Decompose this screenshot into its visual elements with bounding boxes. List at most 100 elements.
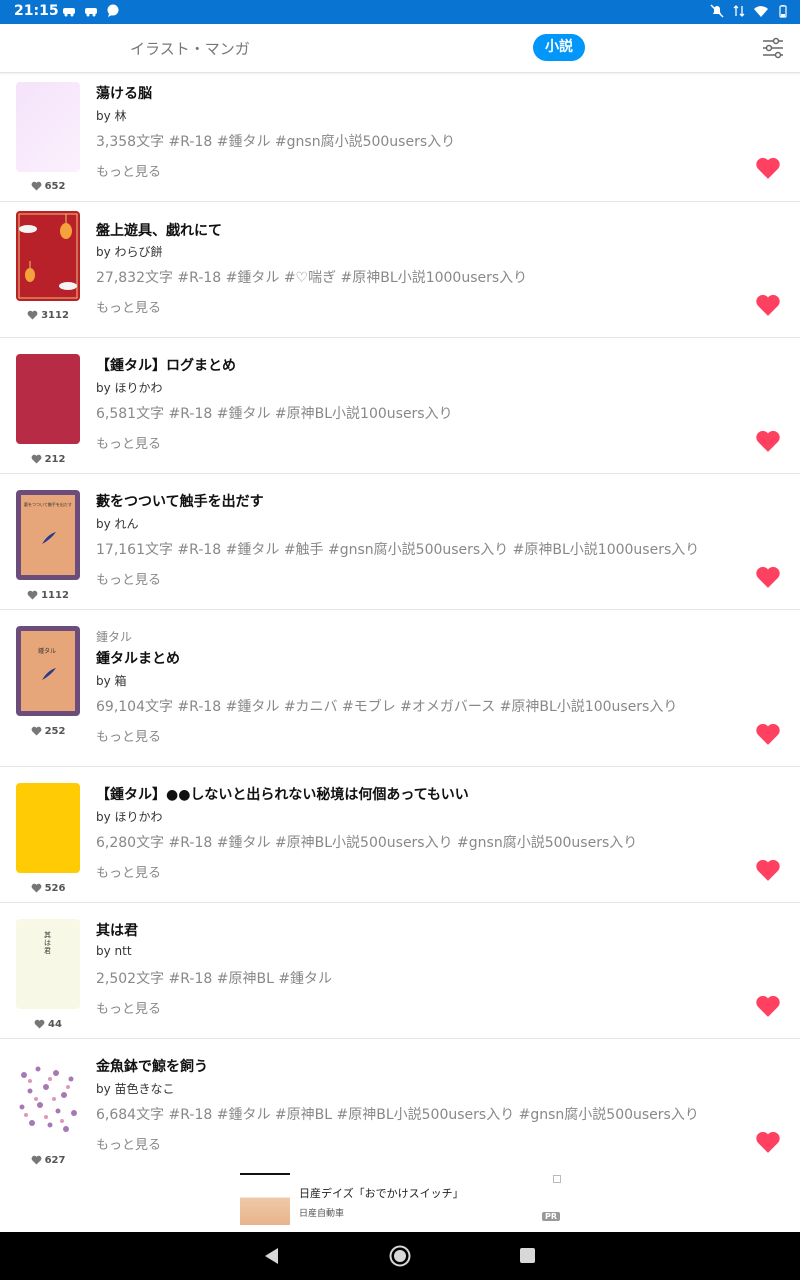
mute-icon — [710, 4, 724, 18]
chat-notification-icon — [107, 4, 119, 17]
see-more-link[interactable]: もっと見る — [96, 998, 161, 1017]
novel-cover[interactable] — [16, 1055, 80, 1145]
novel-author[interactable]: by 苗色きなこ — [96, 1080, 175, 1097]
novel-title[interactable]: 藪をつついて触手を出だす — [96, 491, 264, 511]
see-more-link[interactable]: もっと見る — [96, 726, 161, 745]
like-count: 3112 — [16, 310, 80, 321]
novel-meta: 27,832文字 #R-18 #鍾タル #♡喘ぎ #原神BL小説1000user… — [96, 270, 528, 286]
novel-item[interactable]: 藪をつついて触手を出だす 1112 藪をつついて触手を出だす by れん 17,… — [0, 474, 800, 610]
like-count: 1112 — [16, 590, 80, 601]
heart-small-icon — [27, 590, 38, 600]
ad-pr-badge: PR — [542, 1212, 561, 1221]
recents-icon[interactable] — [520, 1248, 535, 1263]
ad-info-icon[interactable] — [553, 1175, 561, 1183]
like-count: 652 — [16, 181, 80, 192]
novel-author[interactable]: by ntt — [96, 944, 132, 958]
notification-icons — [62, 4, 120, 18]
tab-novel[interactable]: 小説 — [533, 34, 585, 61]
novel-title[interactable]: 盤上遊具、戯れにて — [96, 220, 222, 240]
novel-meta: 3,358文字 #R-18 #鍾タル #gnsn腐小説500users入り — [96, 134, 456, 150]
novel-meta: 6,684文字 #R-18 #鍾タル #原神BL #原神BL小説500users… — [96, 1107, 699, 1123]
status-time: 21:15 — [14, 3, 59, 19]
novel-item[interactable]: 652 蕩ける脳 by 林 3,358文字 #R-18 #鍾タル #gnsn腐小… — [0, 73, 800, 202]
novel-item[interactable]: 3112 盤上遊具、戯れにて by わらび餅 27,832文字 #R-18 #鍾… — [0, 202, 800, 338]
system-status-icons — [710, 4, 790, 18]
ad-advertiser: 日産自動車 — [299, 1209, 345, 1219]
feather-cover-art — [42, 532, 56, 544]
novel-item[interactable]: 526 【鍾タル】●●しないと出られない秘境は何個あってもいい by ほりかわ … — [0, 767, 800, 903]
tab-illust-manga[interactable]: イラスト・マンガ — [130, 38, 250, 59]
novel-meta: 2,502文字 #R-18 #原神BL #鍾タル — [96, 971, 333, 987]
novel-item[interactable]: 212 【鍾タル】ログまとめ by ほりかわ 6,581文字 #R-18 #鍾タ… — [0, 338, 800, 474]
battery-icon — [779, 5, 787, 18]
novel-cover[interactable]: 其は君 — [16, 919, 80, 1009]
novel-author[interactable]: by れん — [96, 515, 139, 532]
bookmark-heart-icon[interactable] — [755, 429, 781, 453]
like-count: 526 — [16, 883, 80, 894]
see-more-link[interactable]: もっと見る — [96, 862, 161, 881]
novel-meta: 6,581文字 #R-18 #鍾タル #原神BL小説100users入り — [96, 406, 453, 422]
see-more-link[interactable]: もっと見る — [96, 1134, 161, 1153]
bookmark-heart-icon[interactable] — [755, 293, 781, 317]
novel-author[interactable]: by ほりかわ — [96, 379, 163, 396]
novel-title[interactable]: 蕩ける脳 — [96, 83, 152, 103]
like-count: 252 — [16, 726, 80, 737]
novel-cover[interactable] — [16, 354, 80, 444]
ad-banner[interactable]: 日産デイズ「おでかけスイッチ」 日産自動車 PR — [240, 1173, 561, 1225]
novel-author[interactable]: by 箱 — [96, 672, 127, 689]
series-label[interactable]: 鍾タル — [96, 628, 132, 645]
novel-author[interactable]: by わらび餅 — [96, 243, 163, 260]
novel-cover[interactable] — [16, 211, 80, 301]
heart-small-icon — [31, 726, 41, 736]
novel-author[interactable]: by 林 — [96, 107, 127, 124]
ad-title[interactable]: 日産デイズ「おでかけスイッチ」 — [299, 1185, 464, 1201]
home-icon[interactable] — [389, 1245, 411, 1267]
bookmark-heart-icon[interactable] — [755, 722, 781, 746]
novel-item[interactable]: 其は君 44 其は君 by ntt 2,502文字 #R-18 #原神BL #鍾… — [0, 903, 800, 1039]
novel-title[interactable]: 鍾タルまとめ — [96, 648, 180, 668]
novel-title[interactable]: 金魚鉢で鯨を飼う — [96, 1056, 208, 1076]
bookmark-heart-icon[interactable] — [755, 858, 781, 882]
novel-title[interactable]: 【鍾タル】ログまとめ — [96, 355, 236, 375]
novel-author[interactable]: by ほりかわ — [96, 808, 163, 825]
bookmark-heart-icon[interactable] — [755, 994, 781, 1018]
novel-cover[interactable]: 藪をつついて触手を出だす — [16, 490, 80, 580]
novel-cover[interactable] — [16, 82, 80, 172]
see-more-link[interactable]: もっと見る — [96, 569, 161, 588]
filter-settings-icon[interactable] — [760, 36, 786, 60]
novel-item[interactable]: 627 金魚鉢で鯨を飼う by 苗色きなこ 6,684文字 #R-18 #鍾タル… — [0, 1039, 800, 1174]
novel-meta: 6,280文字 #R-18 #鍾タル #原神BL小説500users入り #gn… — [96, 835, 638, 851]
see-more-link[interactable]: もっと見る — [96, 161, 161, 180]
like-count: 44 — [16, 1019, 80, 1030]
novel-cover[interactable]: 鍾タル — [16, 626, 80, 716]
heart-small-icon — [31, 181, 41, 191]
bookmark-heart-icon[interactable] — [755, 1130, 781, 1154]
ad-image[interactable] — [240, 1173, 290, 1225]
cover-title-text: 其は君 — [44, 931, 51, 955]
system-nav-bar — [0, 1232, 800, 1280]
heart-small-icon — [31, 883, 41, 893]
like-count: 212 — [16, 454, 80, 465]
novel-item[interactable]: 鍾タル 252 鍾タル 鍾タルまとめ by 箱 69,104文字 #R-18 #… — [0, 610, 800, 767]
novel-title[interactable]: 其は君 — [96, 920, 138, 940]
floral-cover-art — [19, 1066, 77, 1132]
category-tabs: イラスト・マンガ 小説 — [0, 24, 800, 73]
lantern-cover-art — [18, 213, 78, 299]
heart-small-icon — [34, 1019, 45, 1029]
see-more-link[interactable]: もっと見る — [96, 297, 161, 316]
bookmark-heart-icon[interactable] — [755, 156, 781, 180]
status-bar: 21:15 — [0, 0, 800, 24]
bookmark-heart-icon[interactable] — [755, 565, 781, 589]
novel-meta: 69,104文字 #R-18 #鍾タル #カニバ #モブレ #オメガバース #原… — [96, 699, 678, 715]
novel-title[interactable]: 【鍾タル】●●しないと出られない秘境は何個あってもいい — [96, 784, 469, 804]
like-count: 627 — [16, 1155, 80, 1166]
back-icon[interactable] — [263, 1247, 279, 1265]
heart-small-icon — [31, 454, 41, 464]
novel-meta: 17,161文字 #R-18 #鍾タル #触手 #gnsn腐小説500users… — [96, 542, 700, 558]
see-more-link[interactable]: もっと見る — [96, 433, 161, 452]
heart-small-icon — [27, 310, 38, 320]
heart-small-icon — [31, 1155, 41, 1165]
novel-cover[interactable] — [16, 783, 80, 873]
car-notification-icon — [63, 8, 75, 17]
novel-list: 652 蕩ける脳 by 林 3,358文字 #R-18 #鍾タル #gnsn腐小… — [0, 73, 800, 1174]
